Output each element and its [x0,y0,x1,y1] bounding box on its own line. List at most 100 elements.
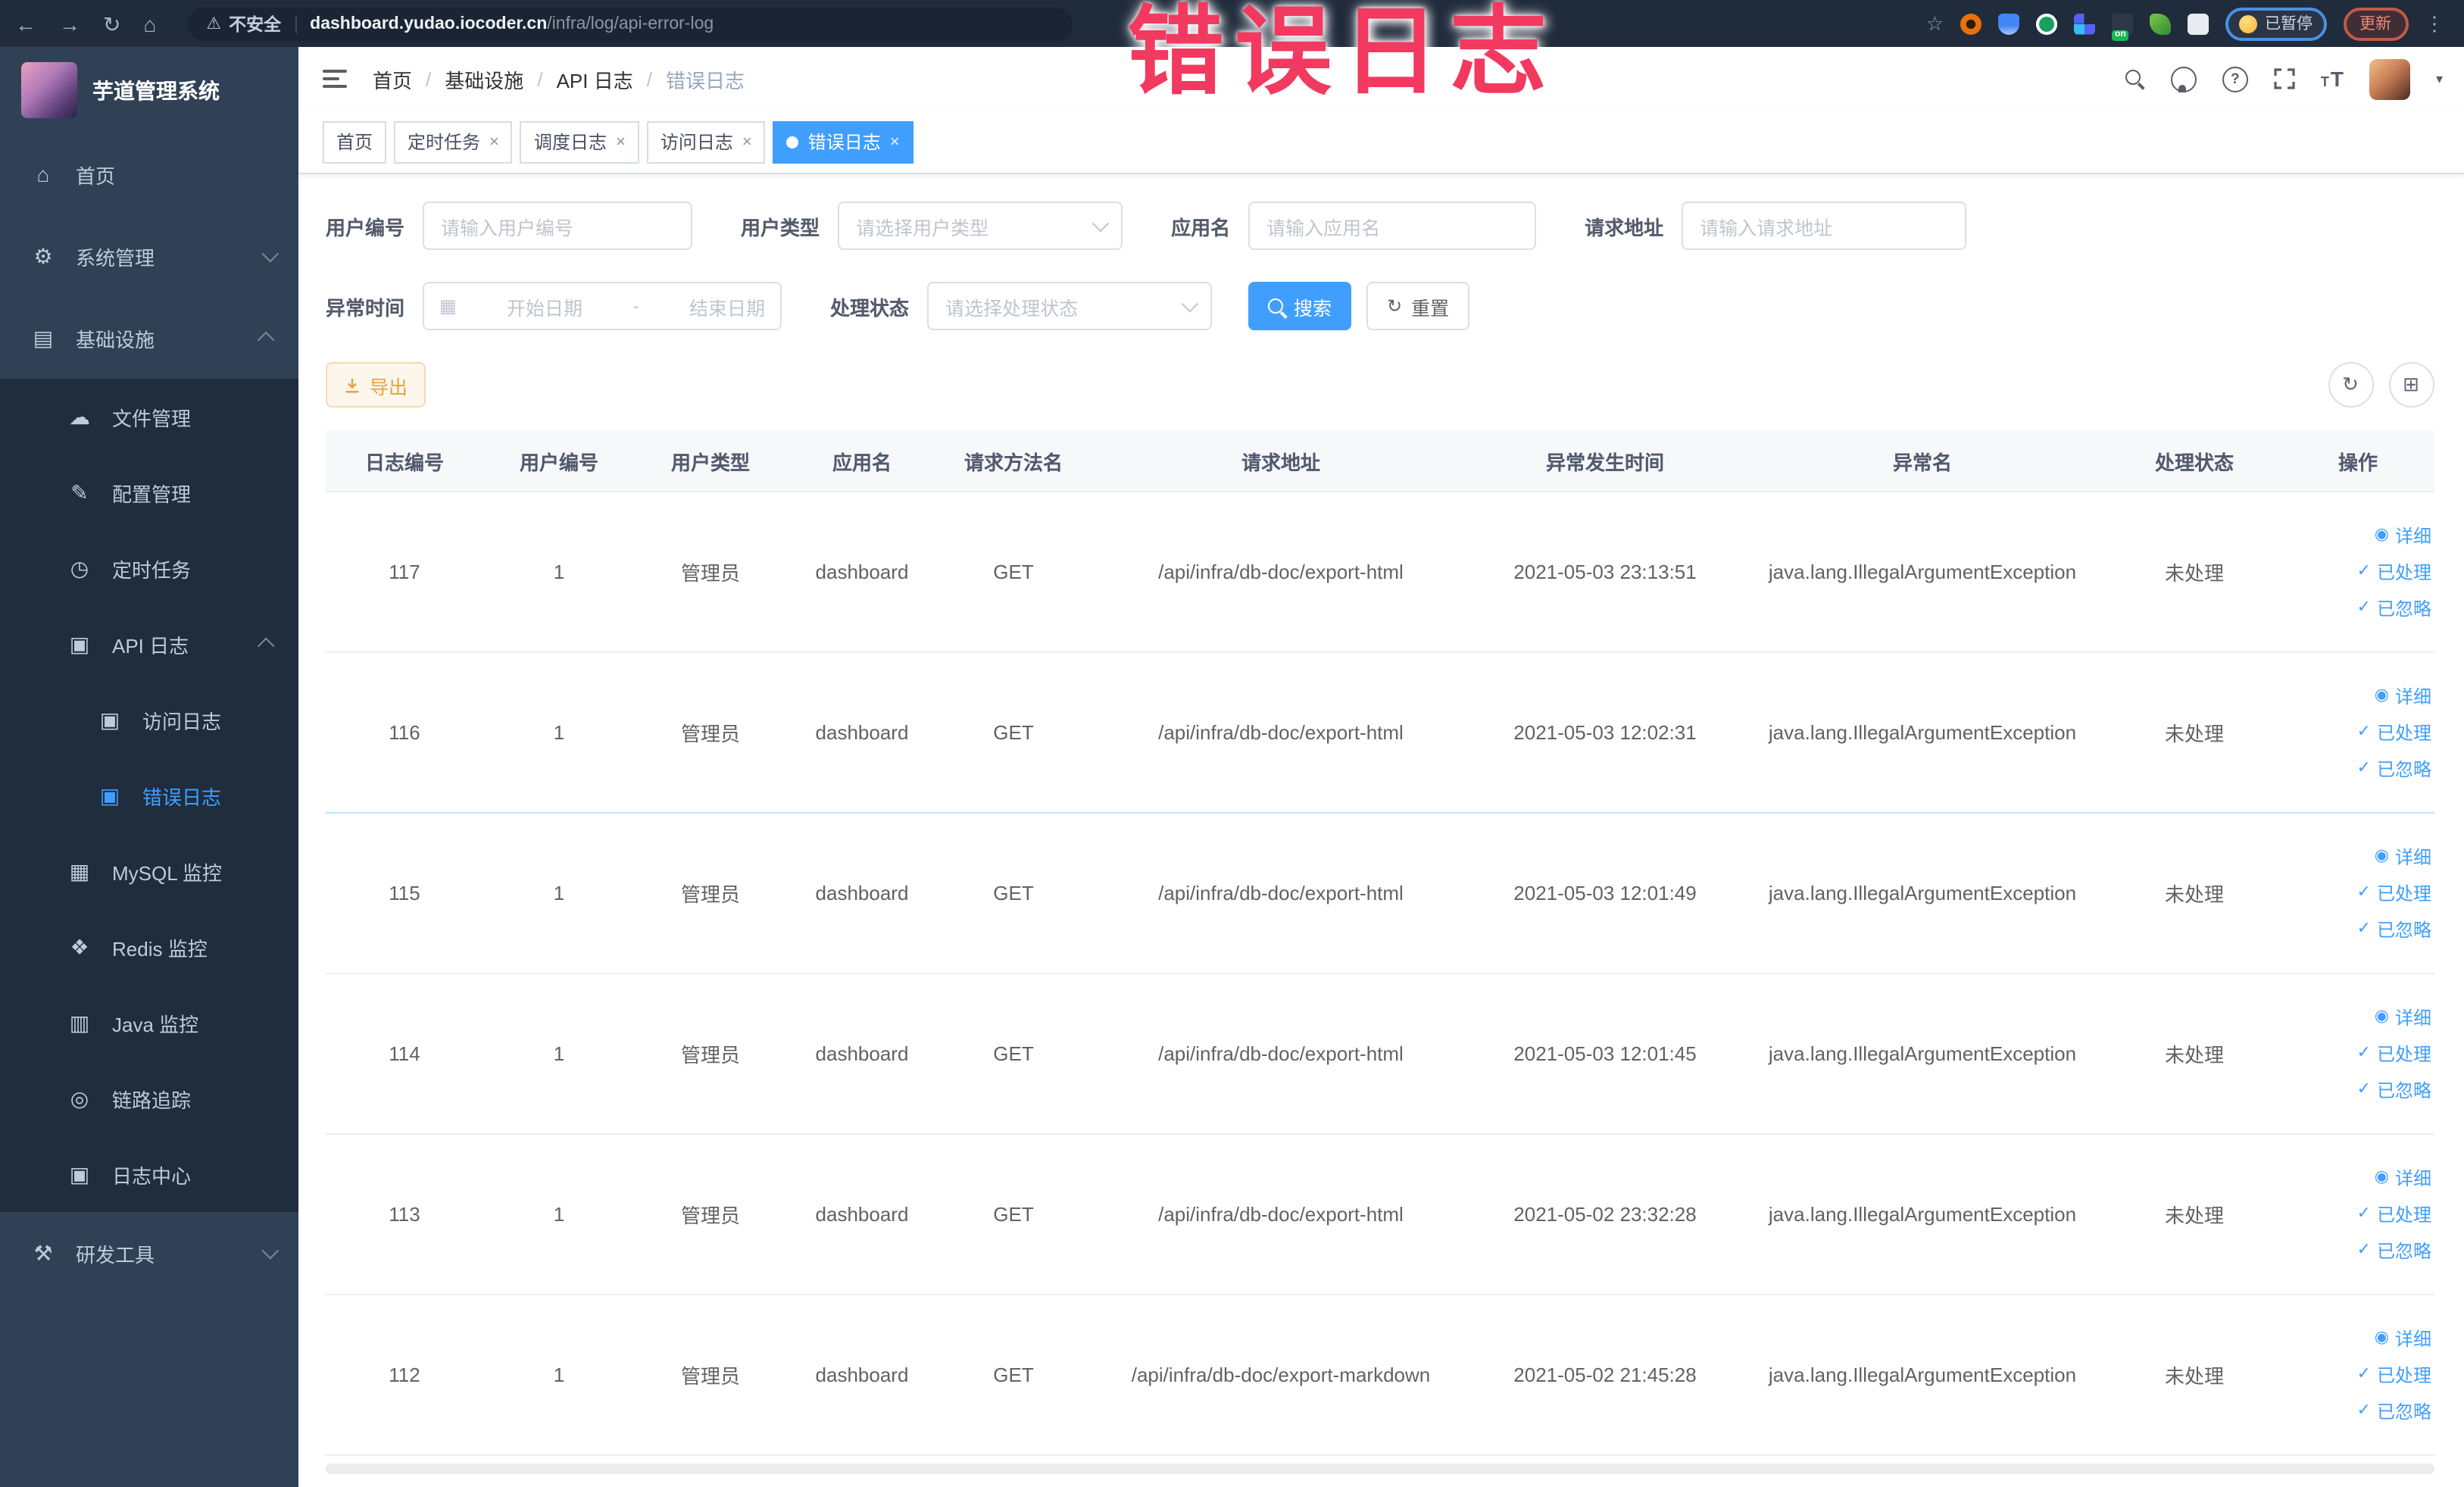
ignored-link[interactable]: ✓ 已忽略 [2357,1398,2431,1424]
page-content: 用户编号 请输入用户编号 用户类型 请选择用户类型 应用名 请输入应用名 请求地… [298,174,2464,1487]
url-path: /infra/log/api-error-log [547,14,714,33]
sidebar: 芋道管理系统 ⌂ 首页 ⚙ 系统管理 ▤ 基础设施 ☁ 文件管理 ✎ 配置管理 … [0,47,298,1487]
breadcrumb-api-log[interactable]: API 日志 [557,64,633,93]
detail-link[interactable]: ◉ 详细 [2375,523,2431,548]
processed-link[interactable]: ✓ 已处理 [2357,1041,2431,1067]
sidebar-item-api-log[interactable]: ▣ API 日志 [0,606,298,682]
user-type-select[interactable]: 请选择用户类型 [838,201,1123,250]
close-icon[interactable]: × [616,133,626,151]
sidebar-item-access-log[interactable]: ▣ 访问日志 [0,682,298,758]
detail-link[interactable]: ◉ 详细 [2375,844,2431,870]
col-request-url: 请求地址 [1241,451,1320,473]
detail-link[interactable]: ◉ 详细 [2375,1004,2431,1030]
chevron-down-icon[interactable]: ▾ [2436,70,2443,87]
ignored-link[interactable]: ✓ 已忽略 [2357,1077,2431,1103]
log-center-icon: ▣ [69,1161,90,1186]
sidebar-item-error-log[interactable]: ▣ 错误日志 [0,758,298,833]
col-user-type: 用户类型 [670,451,750,473]
tab-home[interactable]: 首页 [323,120,387,163]
processed-link[interactable]: ✓ 已处理 [2357,1201,2431,1227]
paused-badge[interactable]: 已暂停 [2225,7,2326,40]
exception-time-range-picker[interactable]: ▦ 开始日期 - 结束日期 [423,282,782,330]
cell-exception-time: 2021-05-03 12:01:49 [1513,882,1697,904]
sidebar-item-home[interactable]: ⌂ 首页 [0,133,298,215]
sidebar-item-config-management[interactable]: ✎ 配置管理 [0,455,298,530]
sidebar-item-redis-monitor[interactable]: ❖ Redis 监控 [0,909,298,985]
detail-link[interactable]: ◉ 详细 [2375,1165,2431,1191]
extension-icon[interactable] [1960,13,1982,34]
processed-link[interactable]: ✓ 已处理 [2357,880,2431,906]
ignored-link[interactable]: ✓ 已忽略 [2357,595,2431,621]
sidebar-item-scheduled-tasks[interactable]: ◷ 定时任务 [0,530,298,606]
sidebar-item-dev-tools[interactable]: ⚒ 研发工具 [0,1212,298,1294]
not-secure-label[interactable]: 不安全 [229,11,281,36]
process-status-select[interactable]: 请选择处理状态 [927,282,1213,330]
avatar[interactable] [2369,58,2410,99]
sidebar-item-infrastructure[interactable]: ▤ 基础设施 [0,297,298,379]
font-size-icon[interactable]: TT [2321,68,2344,89]
update-badge[interactable]: 更新 [2343,7,2408,40]
extension-icon[interactable] [2112,13,2133,40]
col-process-status: 处理状态 [2154,451,2234,473]
address-bar[interactable]: ⚠ 不安全 dashboard.yudao.iocoder.cn /infra/… [188,7,1073,40]
sidebar-item-file-management[interactable]: ☁ 文件管理 [0,379,298,455]
browser-forward-icon[interactable]: → [59,13,80,34]
app-name-input[interactable]: 请输入应用名 [1248,201,1537,250]
cell-request-url: /api/infra/db-doc/export-html [1158,1203,1404,1226]
reset-button[interactable]: ↻ 重置 [1366,282,1470,330]
check-icon: ✓ [2356,1241,2371,1259]
extension-icon[interactable] [2074,13,2095,34]
extension-icon[interactable] [2150,13,2171,34]
sidebar-item-log-center[interactable]: ▣ 日志中心 [0,1136,298,1212]
cell-actions: ◉ 详细 ✓ 已处理 ✓ 已忽略 [2281,1165,2434,1264]
help-icon[interactable]: ? [2222,66,2248,92]
search-button[interactable]: 搜索 [1248,282,1352,330]
browser-reload-icon[interactable]: ↻ [103,13,120,34]
tab-schedule-log[interactable]: 调度日志 × [520,120,639,163]
browser-menu-icon[interactable]: ⋮ [2425,11,2444,36]
close-icon[interactable]: × [489,133,499,151]
extensions-puzzle-icon[interactable] [2188,13,2209,34]
export-button[interactable]: 导出 [326,362,426,408]
processed-link[interactable]: ✓ 已处理 [2357,720,2431,745]
hamburger-icon[interactable] [323,70,347,88]
sidebar-item-trace[interactable]: ◎ 链路追踪 [0,1061,298,1136]
close-icon[interactable]: × [890,133,900,151]
horizontal-scrollbar[interactable] [326,1464,2434,1474]
cell-log-id: 115 [389,882,420,904]
breadcrumb-home[interactable]: 首页 [373,64,412,93]
extension-icon[interactable] [2036,13,2057,34]
check-icon: ✓ [2356,1204,2371,1223]
request-url-input[interactable]: 请输入请求地址 [1682,201,1967,250]
table-row: 113 1 管理员 dashboard GET /api/infra/db-do… [326,1135,2434,1295]
processed-link[interactable]: ✓ 已处理 [2357,1362,2431,1388]
tab-scheduled-tasks[interactable]: 定时任务 × [394,120,513,163]
cell-log-id: 112 [389,1364,420,1386]
sidebar-item-mysql-monitor[interactable]: ▦ MySQL 监控 [0,833,298,909]
processed-link[interactable]: ✓ 已处理 [2357,559,2431,585]
detail-link[interactable]: ◉ 详细 [2375,683,2431,709]
bookmark-star-icon[interactable]: ☆ [1926,11,1944,36]
sidebar-item-java-monitor[interactable]: ▥ Java 监控 [0,985,298,1061]
ignored-link[interactable]: ✓ 已忽略 [2357,756,2431,782]
github-icon[interactable] [2170,66,2197,92]
sidebar-item-system-management[interactable]: ⚙ 系统管理 [0,215,298,297]
ignored-link[interactable]: ✓ 已忽略 [2357,917,2431,942]
ignored-link[interactable]: ✓ 已忽略 [2357,1238,2431,1264]
browser-home-icon[interactable]: ⌂ [143,13,156,34]
table-row: 117 1 管理员 dashboard GET /api/infra/db-do… [326,492,2434,653]
fullscreen-icon[interactable] [2274,68,2295,89]
column-settings-button[interactable]: ⊞ [2388,362,2434,408]
breadcrumb-infrastructure[interactable]: 基础设施 [445,64,523,93]
detail-link[interactable]: ◉ 详细 [2375,1326,2431,1351]
tab-error-log[interactable]: 错误日志 × [773,120,913,163]
address-divider [295,14,297,33]
refresh-table-button[interactable]: ↻ [2328,362,2373,408]
extension-icon[interactable] [1998,13,2019,34]
close-icon[interactable]: × [742,133,752,151]
browser-back-icon[interactable]: ← [15,13,36,34]
search-icon[interactable] [2125,69,2145,89]
user-id-input[interactable]: 请输入用户编号 [423,201,693,250]
tab-access-log[interactable]: 访问日志 × [646,120,766,163]
app-logo-row[interactable]: 芋道管理系统 [0,47,298,133]
